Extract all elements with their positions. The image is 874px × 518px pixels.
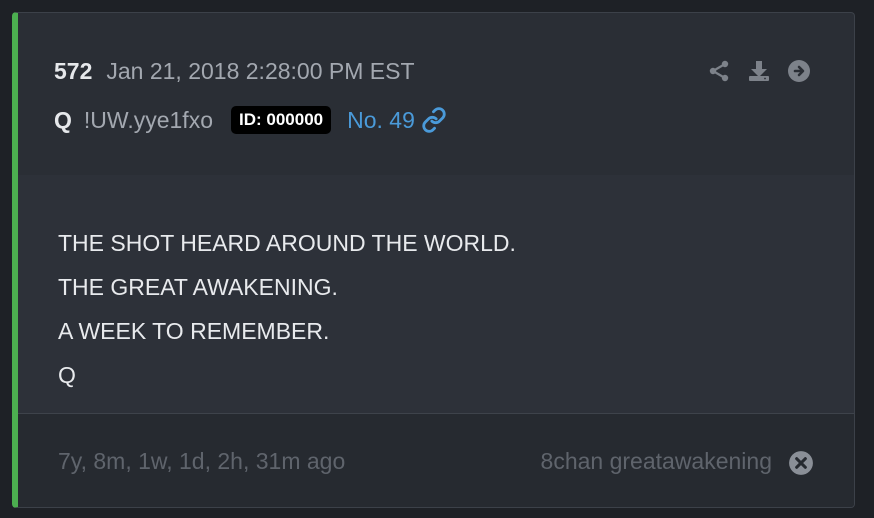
post-actions bbox=[706, 58, 812, 84]
post-meta-row: 572 Jan 21, 2018 2:28:00 PM EST bbox=[54, 58, 415, 85]
link-icon[interactable] bbox=[421, 107, 447, 133]
close-icon[interactable] bbox=[788, 450, 814, 476]
id-badge: ID: 000000 bbox=[231, 106, 332, 134]
download-icon[interactable] bbox=[746, 58, 772, 84]
post-footer: 7y, 8m, 1w, 1d, 2h, 31m ago 8chan greata… bbox=[18, 414, 854, 507]
share-icon[interactable] bbox=[706, 58, 732, 84]
post-link-label: No. 49 bbox=[347, 106, 415, 133]
message-line: THE SHOT HEARD AROUND THE WORLD. bbox=[58, 230, 516, 256]
post-number-link[interactable]: No. 49 bbox=[347, 107, 447, 134]
arrow-circle-right-icon[interactable] bbox=[786, 58, 812, 84]
post-author-row: Q !UW.yye1fxo ID: 000000 No. 49 bbox=[54, 103, 447, 137]
post-card: 572 Jan 21, 2018 2:28:00 PM EST Q !UW.yy… bbox=[12, 12, 855, 508]
message-line: THE GREAT AWAKENING. bbox=[58, 274, 338, 300]
post-author: Q bbox=[54, 106, 72, 133]
post-date: Jan 21, 2018 2:28:00 PM EST bbox=[106, 58, 415, 84]
message-line: A WEEK TO REMEMBER. bbox=[58, 318, 330, 344]
post-body: THE SHOT HEARD AROUND THE WORLD. THE GRE… bbox=[18, 175, 854, 414]
post-header: 572 Jan 21, 2018 2:28:00 PM EST Q !UW.yy… bbox=[18, 13, 854, 176]
post-source: 8chan greatawakening bbox=[540, 448, 772, 474]
post-number: 572 bbox=[54, 58, 93, 84]
time-ago: 7y, 8m, 1w, 1d, 2h, 31m ago bbox=[58, 448, 346, 474]
post-tripcode: !UW.yye1fxo bbox=[83, 106, 213, 133]
message-line: Q bbox=[58, 362, 76, 388]
post-message: THE SHOT HEARD AROUND THE WORLD. THE GRE… bbox=[58, 221, 516, 397]
